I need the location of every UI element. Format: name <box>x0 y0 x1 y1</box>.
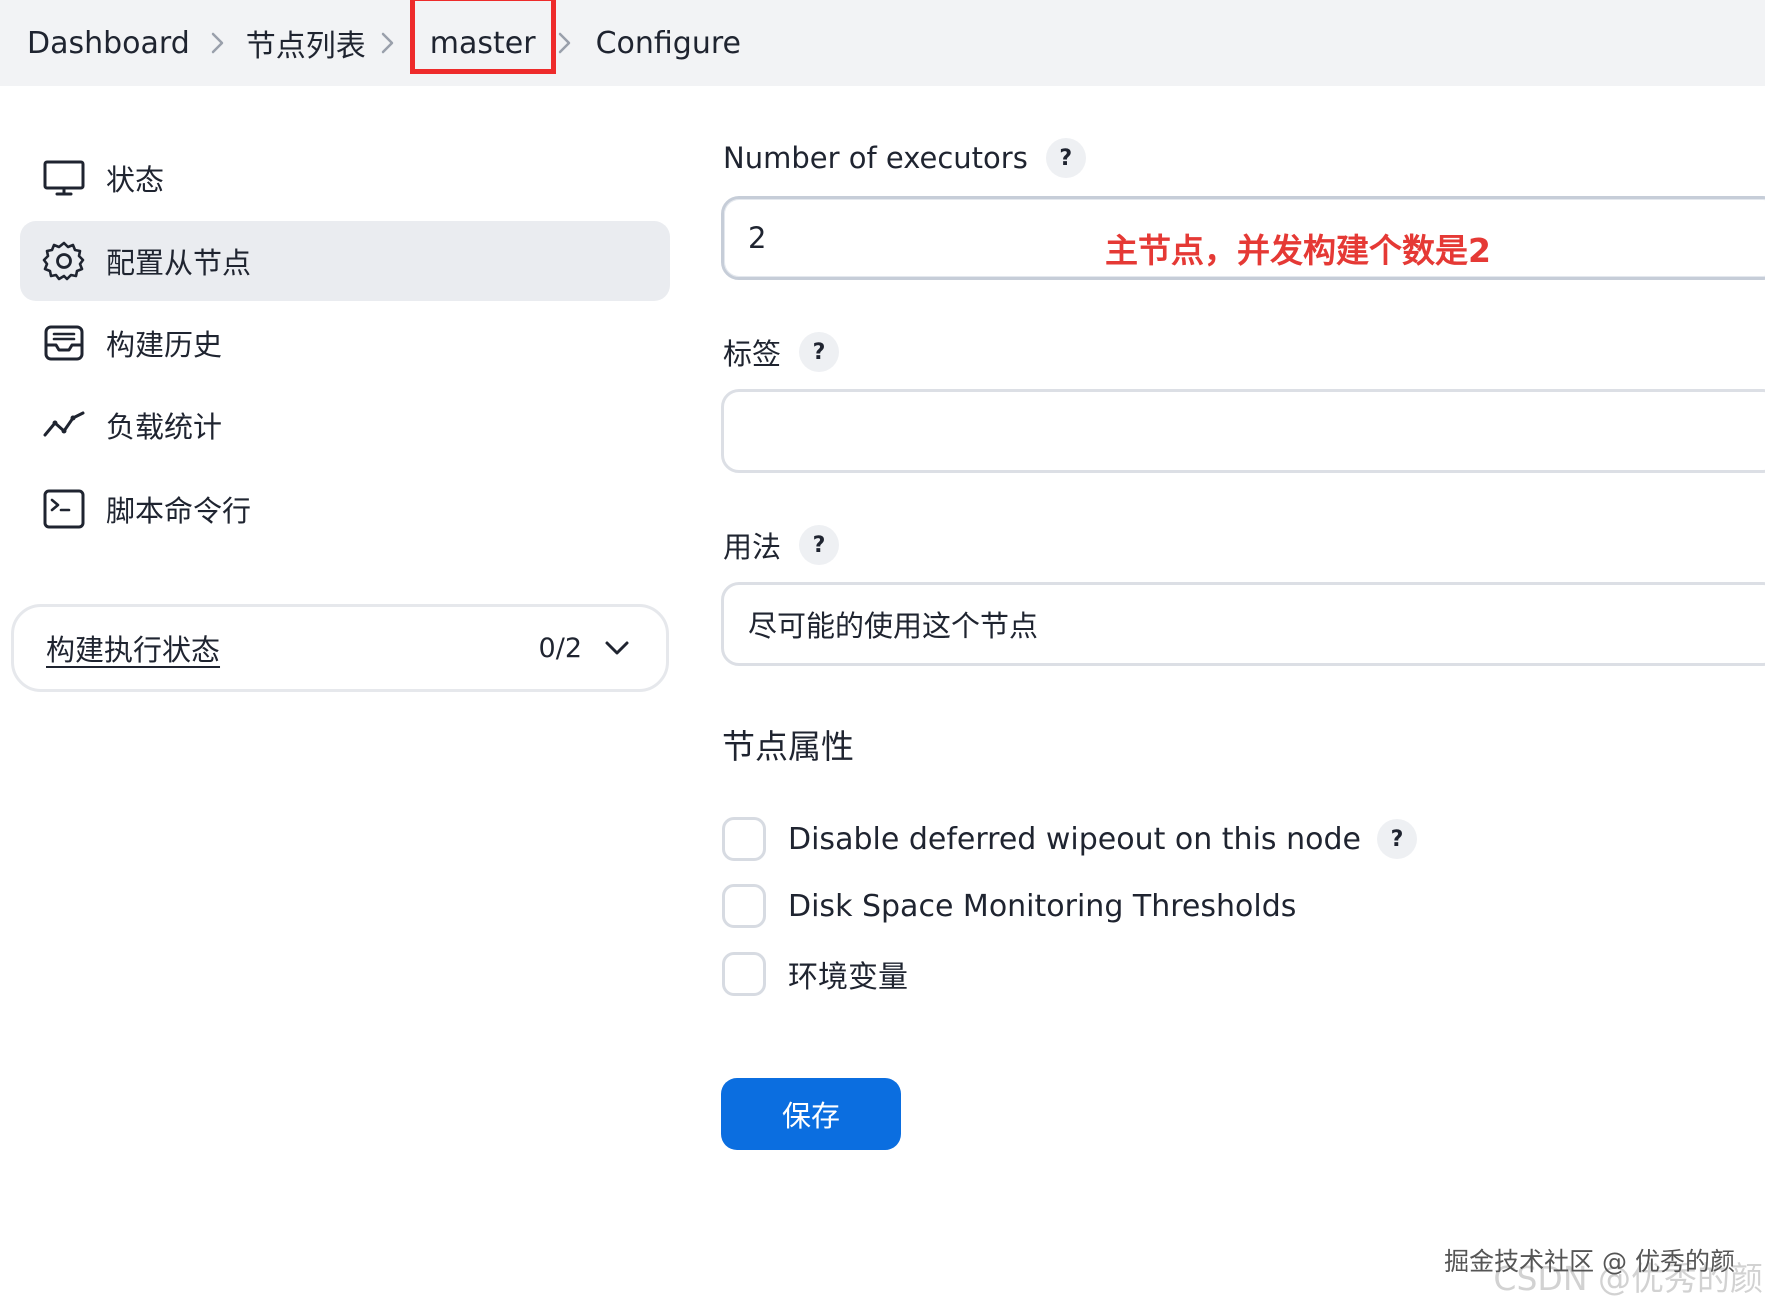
help-icon[interactable]: ? <box>1376 819 1417 859</box>
breadcrumb-master[interactable]: master <box>409 0 556 74</box>
checkbox[interactable] <box>722 817 766 861</box>
usage-select-value: 尽可能的使用这个节点 <box>748 609 1039 643</box>
labels-input[interactable] <box>721 389 1765 473</box>
executors-input-value: 2 <box>748 221 767 255</box>
breadcrumb-dashboard[interactable]: Dashboard <box>27 26 190 61</box>
breadcrumb: Dashboard 节点列表 master Configure <box>0 0 1765 86</box>
sidebar-item-script-console[interactable]: 脚本命令行 <box>20 469 670 549</box>
sidebar-item-label: 状态 <box>106 163 165 197</box>
checkbox[interactable] <box>722 884 766 928</box>
sidebar-item-label: 配置从节点 <box>106 246 252 280</box>
checkbox[interactable] <box>722 952 766 996</box>
gear-icon <box>42 239 86 283</box>
help-icon[interactable]: ? <box>1045 138 1086 178</box>
option-label: Disk Space Monitoring Thresholds <box>788 888 1297 924</box>
usage-label: 用法 ? <box>723 524 840 566</box>
breadcrumb-master-label: master <box>429 25 536 61</box>
sidebar-item-build-history[interactable]: 构建历史 <box>20 303 670 383</box>
save-button[interactable]: 保存 <box>721 1078 901 1150</box>
labels-label: 标签 ? <box>723 331 840 373</box>
breadcrumb-node-list[interactable]: 节点列表 <box>246 21 366 65</box>
sidebar-item-label: 构建历史 <box>106 328 223 362</box>
monitor-icon <box>42 156 86 200</box>
terminal-icon <box>42 487 86 531</box>
labels-label-text: 标签 <box>723 337 782 371</box>
sidebar-item-label: 脚本命令行 <box>106 494 252 528</box>
help-icon[interactable]: ? <box>799 525 840 565</box>
executor-count: 0/2 <box>538 632 582 664</box>
executors-label: Number of executors ? <box>723 138 1086 178</box>
option-disable-deferred-wipeout[interactable]: Disable deferred wipeout on this node ? <box>722 817 1417 861</box>
annotation-text: 主节点，并发构建个数是2 <box>1105 231 1491 270</box>
chevron-right-icon <box>556 30 596 56</box>
option-environment-variables[interactable]: 环境变量 <box>722 952 908 996</box>
sidebar-item-label: 负载统计 <box>106 410 223 444</box>
usage-label-text: 用法 <box>723 530 782 564</box>
usage-select[interactable]: 尽可能的使用这个节点 <box>721 582 1765 666</box>
executor-status-panel[interactable]: 构建执行状态 0/2 <box>11 604 669 692</box>
line-chart-icon <box>42 403 86 447</box>
option-label: Disable deferred wipeout on this node <box>788 821 1361 857</box>
inbox-icon <box>42 321 86 365</box>
breadcrumb-configure[interactable]: Configure <box>596 26 741 61</box>
chevron-right-icon <box>366 30 410 56</box>
executors-label-text: Number of executors <box>723 141 1028 175</box>
node-properties-title: 节点属性 <box>722 727 854 766</box>
juejin-watermark: 掘金技术社区 @ 优秀的颜 <box>1444 1247 1735 1276</box>
executor-status-link[interactable]: 构建执行状态 <box>46 627 539 669</box>
chevron-down-icon[interactable] <box>604 631 630 665</box>
chevron-right-icon <box>190 30 246 56</box>
sidebar-item-load-statistics[interactable]: 负载统计 <box>20 385 670 465</box>
sidebar-item-configure[interactable]: 配置从节点 <box>20 221 670 301</box>
option-label: 环境变量 <box>788 960 908 995</box>
option-disk-space-monitoring[interactable]: Disk Space Monitoring Thresholds <box>722 884 1296 928</box>
sidebar-item-status[interactable]: 状态 <box>20 138 670 218</box>
help-icon[interactable]: ? <box>799 332 840 372</box>
